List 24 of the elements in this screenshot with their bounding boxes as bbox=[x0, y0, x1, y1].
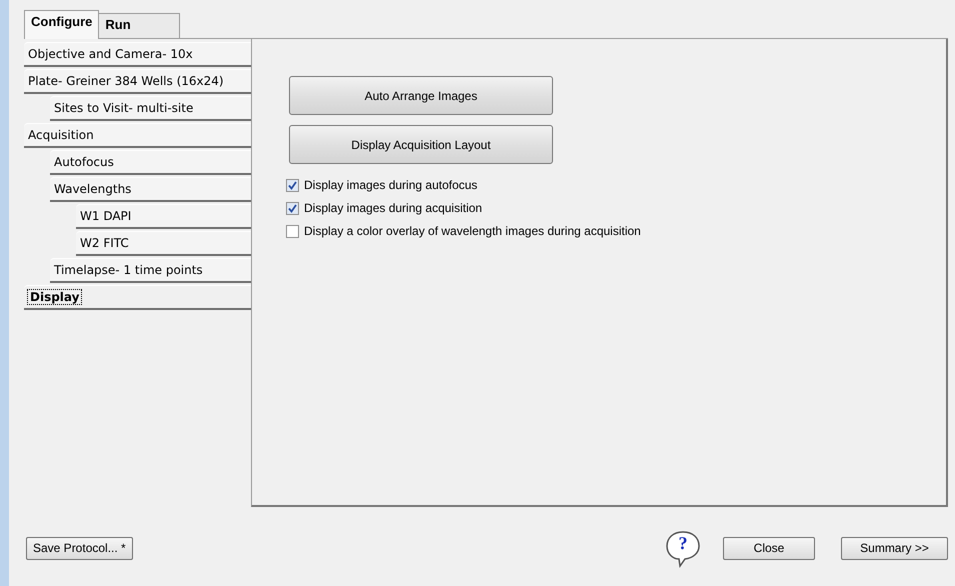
help-button[interactable]: ? bbox=[665, 530, 701, 566]
nav-item[interactable]: Objective and Camera- 10x bbox=[24, 42, 251, 67]
checkbox-label: Display a color overlay of wavelength images during acquisition bbox=[304, 224, 641, 238]
summary-button[interactable]: Summary >> bbox=[841, 536, 948, 560]
nav-item[interactable]: W1 DAPI bbox=[76, 204, 251, 229]
save-protocol-button[interactable]: Save Protocol... * bbox=[26, 536, 133, 560]
nav-item[interactable]: Wavelengths bbox=[50, 177, 251, 202]
action-button[interactable]: Display Acquisition Layout bbox=[289, 125, 553, 164]
tab[interactable]: Configure bbox=[24, 10, 100, 39]
checkbox[interactable] bbox=[286, 224, 299, 238]
nav-item[interactable]: Acquisition bbox=[24, 123, 251, 148]
close-button[interactable]: Close bbox=[723, 536, 815, 560]
nav-item[interactable]: Display bbox=[24, 285, 251, 310]
checkbox-label: Display images during autofocus bbox=[304, 178, 478, 192]
checkbox[interactable] bbox=[286, 202, 299, 214]
nav-item[interactable]: Sites to Visit- multi-site bbox=[50, 96, 251, 121]
nav-item[interactable]: W2 FITC bbox=[76, 231, 251, 256]
nav-item[interactable]: Timelapse- 1 time points bbox=[50, 258, 251, 283]
nav-item[interactable]: Autofocus bbox=[50, 150, 251, 175]
action-button[interactable]: Auto Arrange Images bbox=[289, 76, 553, 115]
checkbox-label: Display images during acquisition bbox=[304, 201, 482, 215]
nav-item[interactable]: Plate- Greiner 384 Wells (16x24) bbox=[24, 69, 251, 94]
tab[interactable]: Run bbox=[98, 13, 180, 38]
checkbox[interactable] bbox=[286, 178, 299, 192]
